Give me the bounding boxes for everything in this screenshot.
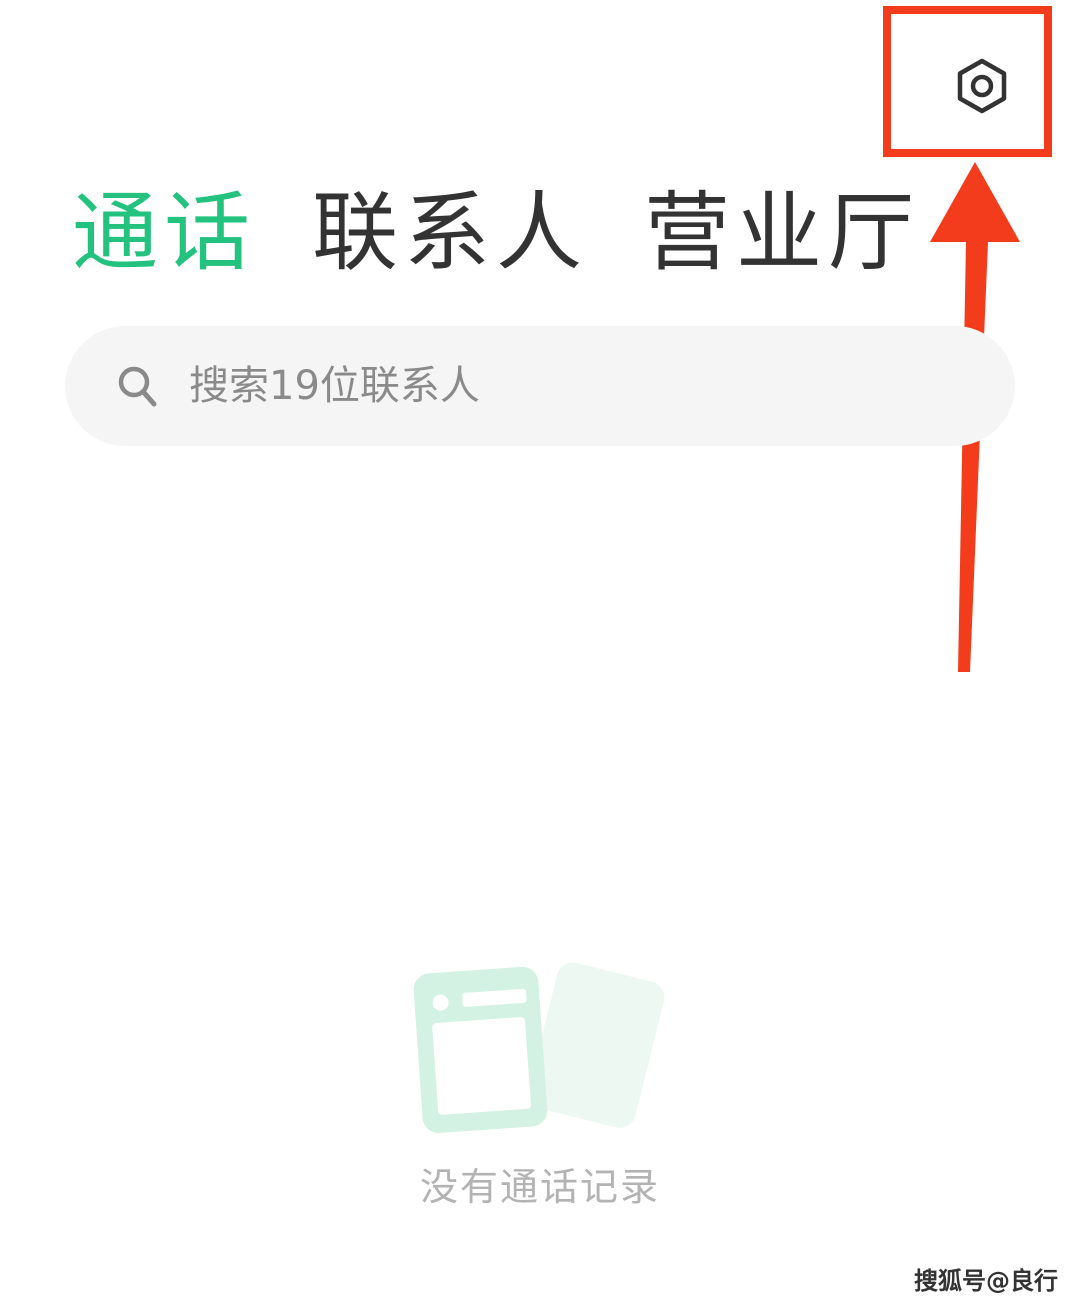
settings-button[interactable] [944,48,1020,124]
search-icon [117,364,157,408]
gear-icon [957,58,1007,114]
tab-contacts[interactable]: 联系人 [312,178,588,288]
tab-service-hall[interactable]: 营业厅 [644,178,920,288]
tab-calls[interactable]: 通话 [72,178,256,288]
watermark: 搜狐号@良行 [914,1267,1058,1295]
empty-state-message: 没有通话记录 [419,1165,660,1209]
empty-call-log-illustration [413,962,665,1134]
tab-bar: 通话 联系人 营业厅 [72,178,976,288]
search-input[interactable] [187,362,951,410]
search-bar[interactable] [65,326,1015,446]
